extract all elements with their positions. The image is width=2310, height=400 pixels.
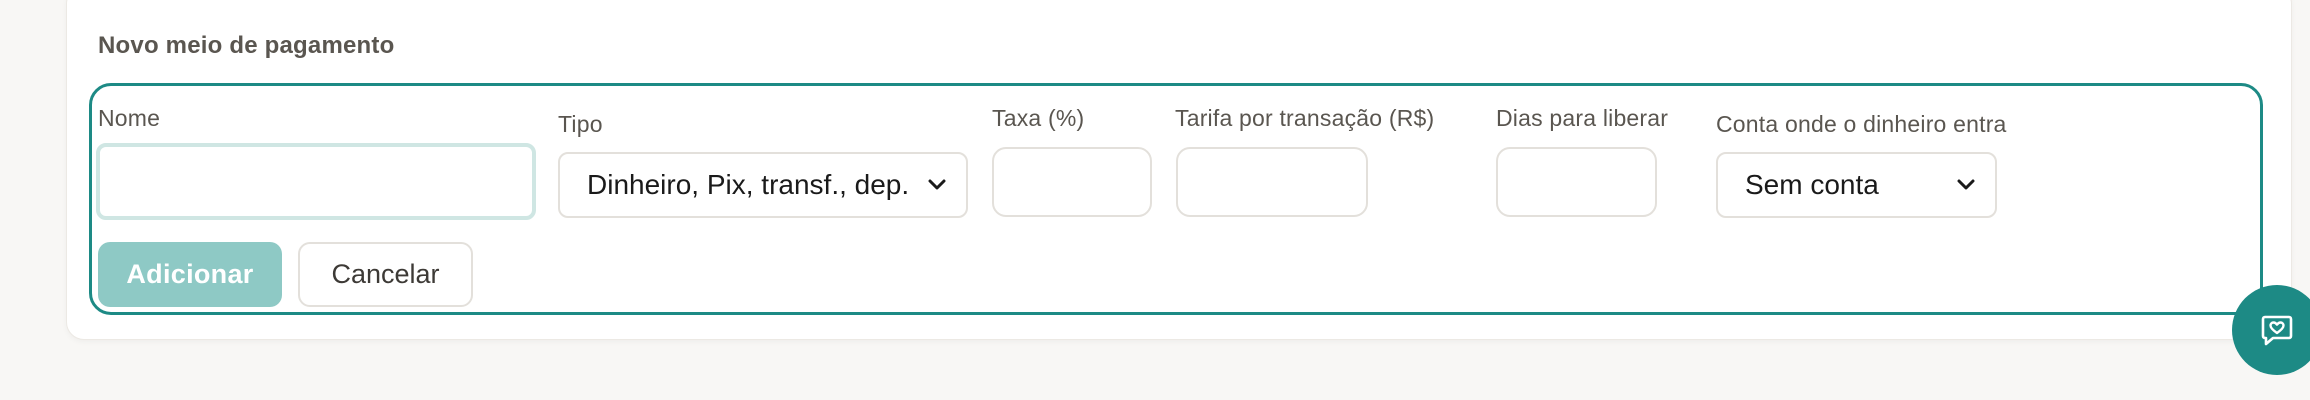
conta-label: Conta onde o dinheiro entra (1716, 111, 2007, 137)
tarifa-label: Tarifa por transação (R$) (1175, 105, 1435, 131)
nome-input[interactable] (96, 143, 536, 220)
taxa-label: Taxa (%) (992, 105, 1085, 131)
conta-select[interactable]: Sem conta (1716, 152, 1997, 218)
tipo-label: Tipo (558, 111, 603, 137)
chat-button[interactable] (2232, 285, 2310, 375)
taxa-input[interactable] (992, 147, 1152, 217)
cancel-button[interactable]: Cancelar (298, 242, 473, 307)
nome-label: Nome (98, 105, 161, 131)
tipo-selected-value: Dinheiro, Pix, transf., dep. (587, 169, 910, 200)
conta-selected-value: Sem conta (1745, 169, 1879, 200)
dias-input[interactable] (1496, 147, 1657, 217)
chat-heart-icon (2261, 315, 2293, 346)
section-title: Novo meio de pagamento (98, 32, 395, 59)
chevron-down-icon (928, 179, 946, 190)
chevron-down-icon (1957, 179, 1975, 190)
tipo-select[interactable]: Dinheiro, Pix, transf., dep. (558, 152, 968, 218)
add-button[interactable]: Adicionar (98, 242, 282, 307)
dias-label: Dias para liberar (1496, 105, 1669, 131)
tarifa-input[interactable] (1176, 147, 1368, 217)
